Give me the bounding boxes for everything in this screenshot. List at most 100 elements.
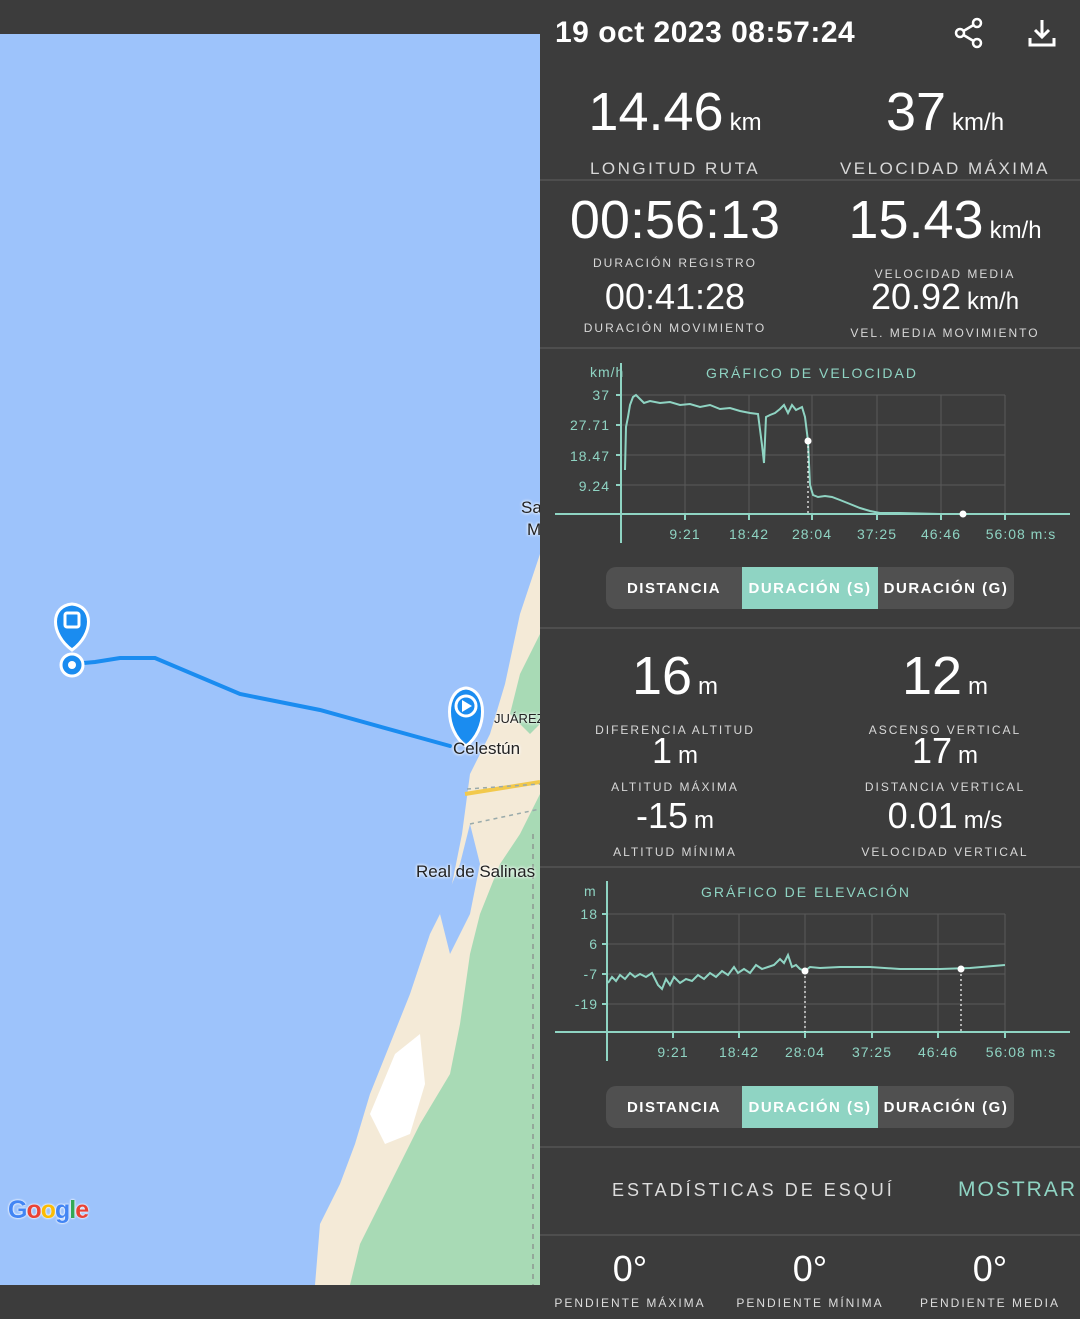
stat-value: 14.46 bbox=[588, 82, 724, 142]
end-marker-icon bbox=[54, 602, 90, 678]
elev-y-tick: -7 bbox=[584, 966, 598, 982]
speed-x-tick: 18:42 bbox=[729, 526, 769, 542]
stat-unit: m bbox=[958, 742, 979, 769]
speed-y-tick: 9.24 bbox=[579, 478, 610, 494]
stat-vertical-speed: 0.01 m/s VELOCIDAD VERTICAL bbox=[810, 795, 1080, 860]
speed-chart-mode-tabs: DISTANCIA DURACIÓN (S) DURACIÓN (G) bbox=[606, 567, 1014, 609]
stat-label: PENDIENTE MÁXIMA bbox=[554, 1296, 706, 1310]
stat-unit: m/s bbox=[963, 807, 1003, 834]
stat-max-speed: 37 km/h VELOCIDAD MÁXIMA bbox=[810, 82, 1080, 179]
stat-unit: m bbox=[968, 673, 989, 700]
speed-y-unit: km/h bbox=[590, 364, 624, 380]
stat-value: 17 bbox=[911, 730, 953, 771]
download-icon[interactable] bbox=[1025, 16, 1059, 50]
map-label-juarez: JUÁREZ bbox=[494, 711, 540, 726]
google-logo: Google bbox=[8, 1196, 89, 1224]
divider bbox=[540, 347, 1080, 349]
stat-label: DURACIÓN MOVIMIENTO bbox=[583, 321, 767, 335]
elev-y-tick: 6 bbox=[589, 936, 598, 952]
tab-duration-g[interactable]: DURACIÓN (G) bbox=[878, 1086, 1014, 1128]
stat-unit: m bbox=[698, 673, 719, 700]
stat-value: 00:41:28 bbox=[604, 276, 746, 317]
stat-altitude-difference: 16 m DIFERENCIA ALTITUD bbox=[540, 646, 810, 737]
elevation-chart-mode-tabs: DISTANCIA DURACIÓN (S) DURACIÓN (G) bbox=[606, 1086, 1014, 1128]
stat-label: PENDIENTE MÍNIMA bbox=[736, 1296, 884, 1310]
speed-chart-title: GRÁFICO DE VELOCIDAD bbox=[706, 365, 918, 381]
elevation-chart[interactable]: m 18 6 -7 -19 9:21 18:42 28:04 37:25 46:… bbox=[540, 873, 1080, 1068]
map-label-real-de-salinas: Real de Salinas bbox=[416, 862, 536, 881]
map-label-sa: Sa bbox=[521, 498, 540, 517]
stat-vertical-distance: 17 m DISTANCIA VERTICAL bbox=[810, 730, 1080, 795]
ski-stats-label: ESTADÍSTICAS DE ESQUÍ bbox=[612, 1180, 895, 1200]
stat-label: VELOCIDAD MÁXIMA bbox=[839, 159, 1051, 178]
stat-value: 15.43 bbox=[848, 190, 984, 250]
stat-label: PENDIENTE MEDIA bbox=[919, 1296, 1060, 1310]
stat-min-altitude: -15 m ALTITUD MÍNIMA bbox=[540, 795, 810, 860]
stat-unit: m bbox=[694, 807, 715, 834]
stat-moving-avg-speed: 20.92 km/h VEL. MEDIA MOVIMIENTO bbox=[810, 276, 1080, 341]
stat-value: 0.01 bbox=[887, 795, 958, 836]
stat-value: 0° bbox=[612, 1248, 648, 1289]
stat-value: 16 bbox=[631, 646, 693, 706]
elev-y-unit: m bbox=[584, 883, 596, 899]
stat-value: -15 bbox=[635, 795, 689, 836]
tab-duration-s[interactable]: DURACIÓN (S) bbox=[742, 1086, 878, 1128]
speed-y-tick: 27.71 bbox=[570, 417, 610, 433]
stat-max-slope: 0° PENDIENTE MÁXIMA bbox=[540, 1248, 720, 1310]
track-date-title: 19 oct 2023 08:57:24 bbox=[555, 16, 856, 49]
stat-value: 0° bbox=[972, 1248, 1008, 1289]
stat-label: DURACIÓN REGISTRO bbox=[592, 256, 757, 270]
stat-unit: m bbox=[678, 742, 699, 769]
tab-distance[interactable]: DISTANCIA bbox=[606, 567, 742, 609]
stats-panel: 19 oct 2023 08:57:24 14.46 km LONGITUD RU… bbox=[540, 0, 1080, 1319]
elev-x-tick: 18:42 bbox=[719, 1044, 759, 1060]
stat-label: VELOCIDAD VERTICAL bbox=[861, 845, 1029, 859]
speed-y-tick: 18.47 bbox=[570, 448, 610, 464]
elev-x-tick: 46:46 bbox=[918, 1044, 958, 1060]
speed-chart[interactable]: km/h 37 27.71 18.47 9.24 9:21 18:42 28:0… bbox=[540, 355, 1080, 550]
stat-avg-speed: 15.43 km/h VELOCIDAD MEDIA bbox=[810, 190, 1080, 281]
route-map[interactable]: Sa M JUÁREZ Celestún Real de Salinas Goo… bbox=[0, 34, 540, 1285]
speed-x-tick: 9:21 bbox=[669, 526, 700, 542]
stat-unit: km/h bbox=[967, 288, 1020, 315]
stat-unit: km/h bbox=[989, 217, 1042, 244]
stat-moving-duration: 00:41:28 DURACIÓN MOVIMIENTO bbox=[540, 276, 810, 336]
divider bbox=[540, 1146, 1080, 1148]
stat-value: 00:56:13 bbox=[569, 190, 781, 250]
tab-duration-s[interactable]: DURACIÓN (S) bbox=[742, 567, 878, 609]
divider bbox=[540, 1234, 1080, 1236]
start-marker-icon bbox=[448, 686, 484, 748]
stat-value: 37 bbox=[885, 82, 947, 142]
elev-y-tick: 18 bbox=[580, 906, 598, 922]
show-ski-stats-button[interactable]: MOSTRAR bbox=[958, 1178, 1077, 1202]
stat-unit: km/h bbox=[952, 109, 1005, 136]
stat-record-duration: 00:56:13 DURACIÓN REGISTRO bbox=[540, 190, 810, 270]
stat-max-altitude: 1m ALTITUD MÁXIMA bbox=[540, 730, 810, 795]
elev-x-tick: 9:21 bbox=[657, 1044, 688, 1060]
elev-x-tick: 37:25 bbox=[852, 1044, 892, 1060]
speed-x-tick: 37:25 bbox=[857, 526, 897, 542]
tab-distance[interactable]: DISTANCIA bbox=[606, 1086, 742, 1128]
elev-x-tick: 56:08 m:s bbox=[986, 1044, 1056, 1060]
elevation-chart-title: GRÁFICO DE ELEVACIÓN bbox=[701, 884, 911, 900]
stat-value: 20.92 bbox=[870, 276, 962, 317]
stat-label: VEL. MEDIA MOVIMIENTO bbox=[850, 326, 1040, 340]
stat-value: 1 bbox=[651, 730, 673, 771]
speed-y-tick: 37 bbox=[592, 387, 610, 403]
elev-y-tick: -19 bbox=[575, 996, 598, 1012]
stat-vertical-ascent: 12 m ASCENSO VERTICAL bbox=[810, 646, 1080, 737]
stat-label: ALTITUD MÁXIMA bbox=[611, 780, 739, 794]
tab-duration-g[interactable]: DURACIÓN (G) bbox=[878, 567, 1014, 609]
elev-x-tick: 28:04 bbox=[785, 1044, 825, 1060]
stat-label: DISTANCIA VERTICAL bbox=[864, 780, 1026, 794]
divider bbox=[540, 627, 1080, 629]
stat-value: 0° bbox=[792, 1248, 828, 1289]
share-icon[interactable] bbox=[952, 16, 986, 50]
divider bbox=[540, 179, 1080, 181]
stat-value: 12 bbox=[901, 646, 963, 706]
stat-route-length: 14.46 km LONGITUD RUTA bbox=[540, 82, 810, 179]
speed-x-tick: 46:46 bbox=[921, 526, 961, 542]
map-label-m: M bbox=[527, 520, 540, 539]
map-label-celestun: Celestún bbox=[453, 739, 521, 758]
speed-x-tick: 56:08 m:s bbox=[986, 526, 1056, 542]
